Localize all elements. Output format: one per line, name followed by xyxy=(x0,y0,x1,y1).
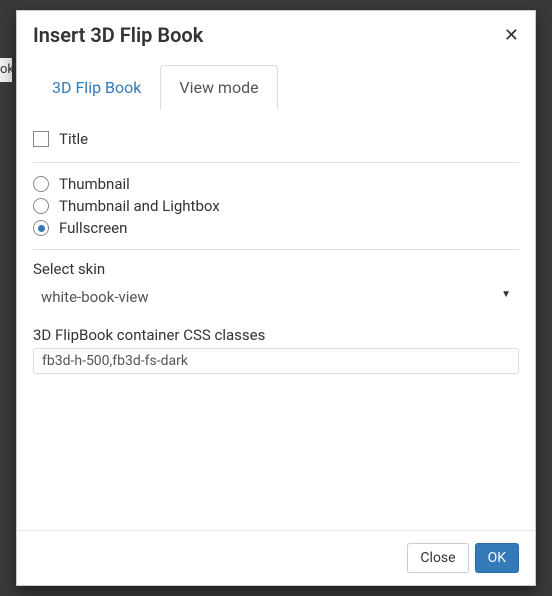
radio-row-fullscreen: Fullscreen xyxy=(33,217,519,239)
radio-row-thumbnail-lightbox: Thumbnail and Lightbox xyxy=(33,195,519,217)
tab-view-mode[interactable]: View mode xyxy=(160,65,277,110)
close-button[interactable]: Close xyxy=(407,543,468,573)
radio-fullscreen[interactable] xyxy=(33,220,49,236)
radio-thumbnail[interactable] xyxy=(33,176,49,192)
title-checkbox-label: Title xyxy=(59,130,88,148)
ok-button[interactable]: OK xyxy=(475,543,519,573)
background-fragment: ok xyxy=(0,58,12,82)
radio-fullscreen-label: Fullscreen xyxy=(59,219,127,237)
tabs: 3D Flip Book View mode xyxy=(33,65,519,110)
tab-3d-flip-book[interactable]: 3D Flip Book xyxy=(33,65,160,110)
title-checkbox-row: Title xyxy=(33,126,519,160)
radio-thumbnail-label: Thumbnail xyxy=(59,175,130,193)
divider xyxy=(33,249,519,250)
select-skin-label: Select skin xyxy=(33,260,519,278)
modal-header: Insert 3D Flip Book ✕ xyxy=(17,11,535,57)
css-classes-label: 3D FlipBook container CSS classes xyxy=(33,326,519,344)
modal-body: 3D Flip Book View mode Title Thumbnail T… xyxy=(17,57,535,530)
divider xyxy=(33,162,519,163)
radio-row-thumbnail: Thumbnail xyxy=(33,173,519,195)
modal-footer: Close OK xyxy=(17,530,535,585)
modal-title: Insert 3D Flip Book xyxy=(33,23,203,47)
css-classes-input[interactable] xyxy=(33,348,519,374)
close-icon[interactable]: ✕ xyxy=(504,26,519,44)
radio-thumbnail-lightbox[interactable] xyxy=(33,198,49,214)
radio-thumbnail-lightbox-label: Thumbnail and Lightbox xyxy=(59,197,220,215)
select-skin[interactable]: white-book-view ▼ xyxy=(33,282,519,312)
title-checkbox[interactable] xyxy=(33,131,49,147)
select-skin-value: white-book-view xyxy=(33,282,519,312)
tab-content-view-mode: Title Thumbnail Thumbnail and Lightbox F… xyxy=(33,110,519,374)
insert-flipbook-modal: Insert 3D Flip Book ✕ 3D Flip Book View … xyxy=(16,10,536,586)
